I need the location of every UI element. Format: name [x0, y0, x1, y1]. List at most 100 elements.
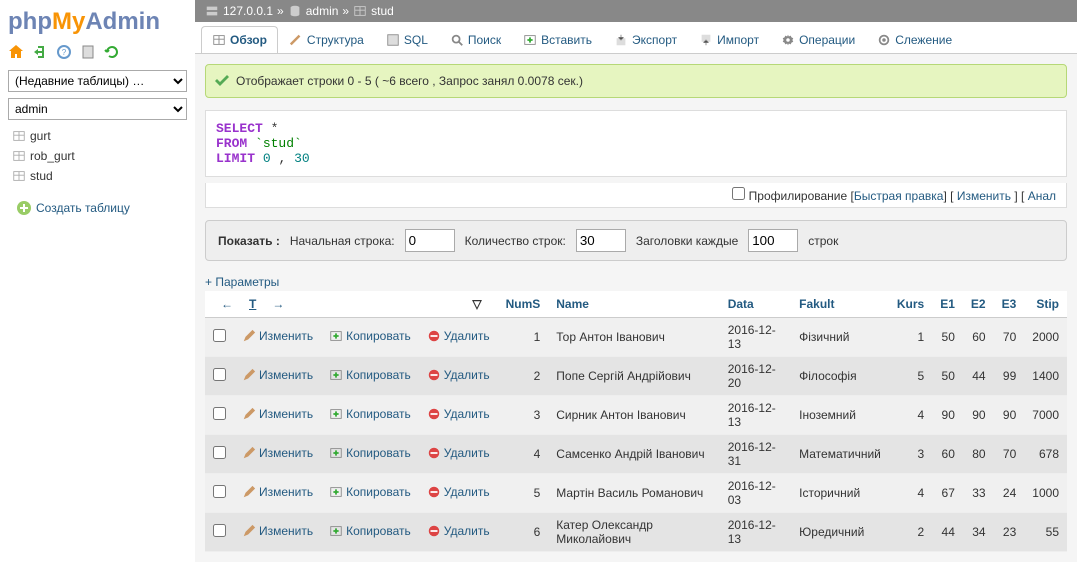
row-checkbox[interactable] [213, 368, 226, 381]
nav-icons: ? [8, 44, 187, 60]
tab-Поиск[interactable]: Поиск [439, 26, 512, 53]
svg-text:?: ? [62, 48, 67, 57]
cell-e2: 80 [963, 435, 994, 474]
copy-row[interactable]: Копировать [329, 407, 411, 421]
success-message: Отображает строки 0 - 5 ( ~6 всего , Зап… [205, 64, 1067, 98]
pencil-icon [242, 407, 256, 421]
cell-nums: 3 [498, 396, 549, 435]
edit-row[interactable]: Изменить [242, 485, 313, 499]
logout-icon[interactable] [32, 44, 48, 60]
col-fakult[interactable]: Fakult [791, 291, 889, 318]
home-icon[interactable] [8, 44, 24, 60]
recent-tables-select[interactable]: (Недавние таблицы) … [8, 70, 187, 92]
pencil-icon [242, 524, 256, 538]
table-row: Изменить Копировать Удалить6Катер Олекса… [205, 513, 1067, 552]
cell-e1: 90 [932, 396, 963, 435]
edit-row[interactable]: Изменить [242, 368, 313, 382]
cell-stip: 1000 [1024, 474, 1067, 513]
row-checkbox[interactable] [213, 407, 226, 420]
col-stip[interactable]: Stip [1024, 291, 1067, 318]
tree-item[interactable]: stud [8, 166, 187, 186]
analyze-link[interactable]: Анал [1028, 189, 1056, 203]
tab-Слежение[interactable]: Слежение [866, 26, 963, 53]
delete-row[interactable]: Удалить [427, 524, 490, 538]
cell-e1: 67 [932, 474, 963, 513]
tree-item[interactable]: gurt [8, 126, 187, 146]
breadcrumb-table[interactable]: stud [371, 4, 394, 18]
tab-icon [699, 33, 713, 47]
tabs: ОбзорСтруктураSQLПоискВставитьЭкспортИмп… [195, 22, 1077, 54]
col-e3[interactable]: E3 [994, 291, 1025, 318]
col-data[interactable]: Data [720, 291, 791, 318]
tab-Обзор[interactable]: Обзор [201, 26, 278, 53]
col-kurs[interactable]: Kurs [889, 291, 932, 318]
cell-name: Сирник Антон Іванович [548, 396, 719, 435]
cell-e2: 90 [963, 396, 994, 435]
edit-row[interactable]: Изменить [242, 329, 313, 343]
row-count-input[interactable] [576, 229, 626, 252]
start-row-input[interactable] [405, 229, 455, 252]
tree-item[interactable]: rob_gurt [8, 146, 187, 166]
logo[interactable]: phpMyAdmin [8, 8, 187, 36]
edit-row[interactable]: Изменить [242, 524, 313, 538]
table-icon [12, 129, 26, 143]
quick-edit-link[interactable]: Быстрая правка [854, 189, 944, 203]
delete-row[interactable]: Удалить [427, 329, 490, 343]
copy-row[interactable]: Копировать [329, 524, 411, 538]
edit-row[interactable]: Изменить [242, 407, 313, 421]
tab-Операции[interactable]: Операции [770, 26, 866, 53]
col-name[interactable]: Name [548, 291, 719, 318]
tab-Импорт[interactable]: Импорт [688, 26, 770, 53]
delete-row[interactable]: Удалить [427, 407, 490, 421]
cell-stip: 1400 [1024, 357, 1067, 396]
delete-row[interactable]: Удалить [427, 485, 490, 499]
copy-row[interactable]: Копировать [329, 329, 411, 343]
tab-Вставить[interactable]: Вставить [512, 26, 603, 53]
cell-nums: 1 [498, 318, 549, 357]
cell-e1: 60 [932, 435, 963, 474]
copy-row[interactable]: Копировать [329, 368, 411, 382]
delete-row[interactable]: Удалить [427, 368, 490, 382]
create-table-button[interactable]: Создать таблицу [8, 196, 187, 220]
copy-icon [329, 524, 343, 538]
col-e1[interactable]: E1 [932, 291, 963, 318]
delete-row[interactable]: Удалить [427, 446, 490, 460]
row-checkbox[interactable] [213, 485, 226, 498]
cell-kurs: 5 [889, 357, 932, 396]
params-toggle[interactable]: + Параметры [205, 275, 1067, 289]
row-checkbox[interactable] [213, 524, 226, 537]
tab-icon [386, 33, 400, 47]
row-checkbox[interactable] [213, 329, 226, 342]
cell-e1: 50 [932, 318, 963, 357]
database-select[interactable]: admin [8, 98, 187, 120]
col-e2[interactable]: E2 [963, 291, 994, 318]
edit-link[interactable]: Изменить [957, 189, 1011, 203]
copy-row[interactable]: Копировать [329, 485, 411, 499]
cell-nums: 2 [498, 357, 549, 396]
copy-row[interactable]: Копировать [329, 446, 411, 460]
col-nums[interactable]: NumS [498, 291, 549, 318]
row-checkbox[interactable] [213, 446, 226, 459]
sql-icon[interactable]: ? [56, 44, 72, 60]
reload-icon[interactable] [104, 44, 120, 60]
tab-Экспорт[interactable]: Экспорт [603, 26, 688, 53]
tab-Структура[interactable]: Структура [278, 26, 375, 53]
tab-icon [877, 33, 891, 47]
docs-icon[interactable] [80, 44, 96, 60]
breadcrumb-host[interactable]: 127.0.0.1 [223, 4, 273, 18]
table-icon [12, 149, 26, 163]
cell-name: Катер Олександр Миколайович [548, 513, 719, 552]
cell-e1: 50 [932, 357, 963, 396]
tab-SQL[interactable]: SQL [375, 26, 439, 53]
main-content: 127.0.0.1 » admin » stud ОбзорСтруктураS… [195, 0, 1077, 562]
cell-fakult: Історичний [791, 474, 889, 513]
cell-stip: 55 [1024, 513, 1067, 552]
table-row: Изменить Копировать Удалить1Тор Антон Ів… [205, 318, 1067, 357]
edit-row[interactable]: Изменить [242, 446, 313, 460]
delete-icon [427, 407, 441, 421]
breadcrumb-db[interactable]: admin [306, 4, 339, 18]
cell-nums: 4 [498, 435, 549, 474]
delete-icon [427, 485, 441, 499]
headers-every-input[interactable] [748, 229, 798, 252]
profiling-checkbox[interactable] [732, 187, 745, 200]
